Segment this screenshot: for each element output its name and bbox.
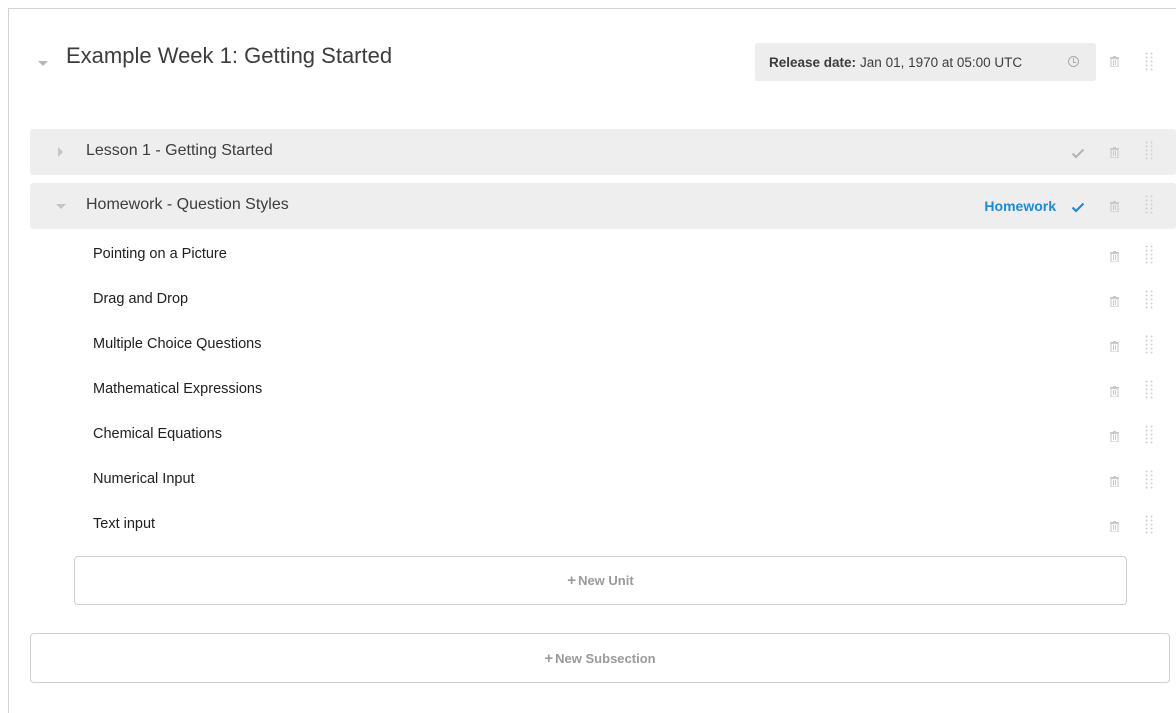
subsection-delete-trash-icon[interactable]	[1110, 147, 1119, 158]
unit-delete-trash-icon[interactable]	[1110, 341, 1119, 352]
subsection-drag-handle-icon[interactable]	[1145, 195, 1153, 215]
new-unit-label: New Unit	[578, 573, 634, 588]
list-item: Text input	[30, 503, 1176, 548]
clock-icon	[1068, 56, 1079, 67]
published-check-icon	[1071, 147, 1085, 159]
unit-drag-handle-icon[interactable]	[1145, 380, 1153, 400]
unit-delete-trash-icon[interactable]	[1110, 296, 1119, 307]
new-subsection-label: New Subsection	[555, 650, 656, 666]
subsection-title[interactable]: Lesson 1 - Getting Started	[86, 142, 273, 160]
new-unit-button[interactable]: + New Unit	[74, 556, 1127, 605]
section-collapse-toggle-icon[interactable]	[38, 61, 48, 66]
unit-delete-trash-icon[interactable]	[1110, 521, 1119, 532]
unit-drag-handle-icon[interactable]	[1145, 290, 1153, 310]
unit-delete-trash-icon[interactable]	[1110, 251, 1119, 262]
list-item: Chemical Equations	[30, 413, 1176, 458]
unit-title[interactable]: Numerical Input	[93, 471, 195, 487]
unit-title[interactable]: Chemical Equations	[93, 426, 222, 442]
section-delete-trash-icon[interactable]	[1110, 56, 1119, 67]
published-check-icon	[1071, 201, 1085, 213]
section-drag-handle-icon[interactable]	[1145, 52, 1153, 72]
unit-title[interactable]: Multiple Choice Questions	[93, 336, 261, 352]
unit-delete-trash-icon[interactable]	[1110, 476, 1119, 487]
unit-drag-handle-icon[interactable]	[1145, 425, 1153, 445]
unit-drag-handle-icon[interactable]	[1145, 245, 1153, 265]
unit-drag-handle-icon[interactable]	[1145, 470, 1153, 490]
unit-title[interactable]: Text input	[93, 516, 155, 532]
course-outline: Example Week 1: Getting Started Release …	[8, 8, 1176, 713]
plus-icon: +	[544, 649, 554, 667]
section-header: Example Week 1: Getting Started Release …	[9, 9, 1176, 109]
subsection-drag-handle-icon[interactable]	[1145, 141, 1153, 161]
unit-delete-trash-icon[interactable]	[1110, 431, 1119, 442]
grading-type-label[interactable]: Homework	[984, 198, 1056, 214]
release-date-button[interactable]: Release date: Jan 01, 1970 at 05:00 UTC	[755, 43, 1096, 81]
list-item: Pointing on a Picture	[30, 233, 1176, 278]
list-item: Multiple Choice Questions	[30, 323, 1176, 368]
release-date-value: Jan 01, 1970 at 05:00 UTC	[860, 54, 1023, 70]
list-item: Mathematical Expressions	[30, 368, 1176, 413]
subsection-title[interactable]: Homework - Question Styles	[86, 196, 289, 214]
expand-chevron-right-icon[interactable]	[58, 147, 63, 157]
unit-title[interactable]: Mathematical Expressions	[93, 381, 262, 397]
release-date-label: Release date:	[769, 54, 857, 70]
section-title[interactable]: Example Week 1: Getting Started	[66, 43, 392, 69]
unit-delete-trash-icon[interactable]	[1110, 386, 1119, 397]
unit-drag-handle-icon[interactable]	[1145, 515, 1153, 535]
subsection-delete-trash-icon[interactable]	[1110, 201, 1119, 212]
unit-drag-handle-icon[interactable]	[1145, 335, 1153, 355]
new-subsection-button[interactable]: + New Subsection	[30, 633, 1170, 683]
list-item: Numerical Input	[30, 458, 1176, 503]
unit-title[interactable]: Pointing on a Picture	[93, 246, 227, 262]
list-item: Drag and Drop	[30, 278, 1176, 323]
subsection-lesson-1: Lesson 1 - Getting Started	[30, 129, 1176, 175]
plus-icon: +	[567, 572, 577, 589]
subsection-homework: Homework - Question Styles Homework	[30, 183, 1176, 229]
collapse-chevron-down-icon[interactable]	[56, 204, 66, 209]
unit-title[interactable]: Drag and Drop	[93, 291, 188, 307]
